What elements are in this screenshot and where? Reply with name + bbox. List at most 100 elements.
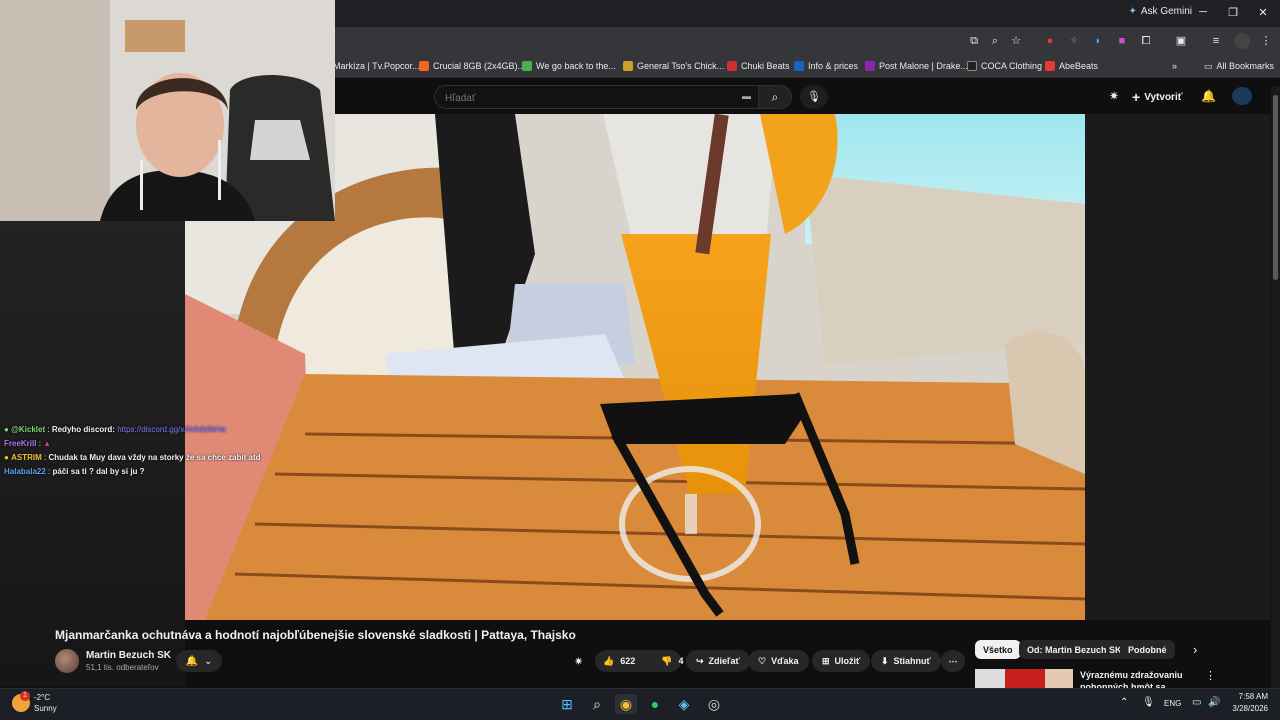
sidebar-icon[interactable]: ▣ (1173, 33, 1189, 49)
chat-badge-icon: ● (4, 425, 9, 434)
chat-emote-icon: ▲ (43, 439, 52, 448)
bookmark-favicon (623, 61, 633, 71)
bookmark-label: COCA Clothing (981, 61, 1043, 71)
chat-username: ASTRIM (11, 453, 42, 462)
clock-time[interactable]: 7:58 AM (1236, 692, 1268, 701)
bookmark-item[interactable]: Info & prices (794, 58, 858, 74)
steam-icon[interactable]: ◈ (673, 694, 695, 714)
bookmark-star-icon[interactable]: ☆ (1008, 33, 1024, 49)
weather-alert-badge: 1 (20, 691, 30, 701)
bookmark-label: Chuki Beats (741, 61, 790, 71)
search-input[interactable] (445, 90, 725, 106)
close-icon[interactable]: ✕ (1248, 6, 1278, 19)
all-bookmarks-button[interactable]: ▭ All Bookmarks (1204, 58, 1274, 74)
ask-gemini-button[interactable]: ✦ Ask Gemini (1128, 6, 1192, 17)
subscription-bell-button[interactable]: 🔔 ⌄ (176, 650, 222, 672)
bookmark-label: AbeBeats (1059, 61, 1099, 71)
bookmark-item[interactable]: Chuki Beats (727, 58, 790, 74)
chip-from-channel[interactable]: Od: Martin Bezuch SK (1019, 640, 1130, 659)
recommended-menu-icon[interactable]: ⋮ (1205, 669, 1216, 682)
bell-icon: 🔔 (185, 655, 199, 667)
create-label: Vytvoriť (1144, 91, 1183, 103)
cast-sparkle-icon[interactable]: ✷ (1109, 89, 1119, 103)
dislike-count: 4 (678, 656, 684, 666)
save-button[interactable]: ⊞ Uložiť (812, 650, 871, 672)
extension-red-icon[interactable]: ● (1042, 33, 1058, 49)
clock-date[interactable]: 3/28/2026 (1230, 704, 1268, 713)
bookmark-item[interactable]: AbeBeats (1045, 58, 1098, 74)
extension-grey-icon[interactable]: ✧ (1066, 33, 1082, 49)
search-box[interactable]: ▬ (434, 85, 760, 109)
chat-separator: : (47, 425, 50, 434)
like-button[interactable]: 👍 622 (595, 650, 643, 672)
bookmark-item[interactable]: Post Malone | Drake... (865, 58, 968, 74)
chat-username: Halabala22 (4, 467, 46, 476)
network-icon[interactable]: ▭ (1192, 697, 1201, 708)
bookmark-favicon (419, 61, 429, 71)
like-dislike-group: 👍 622 👎 4 (595, 650, 684, 672)
share-button[interactable]: ↪ Zdieľať (686, 650, 750, 672)
scrollbar-thumb[interactable] (1273, 95, 1278, 280)
extension-purple-icon[interactable]: ■ (1114, 33, 1130, 49)
weather-temperature[interactable]: -2°C (34, 693, 50, 702)
minimize-icon[interactable]: ─ (1188, 6, 1218, 18)
video-title: Mjanmarčanka ochutnáva a hodnotí najobľú… (55, 628, 576, 642)
bookmark-item[interactable]: Crucial 8GB (2x4GB)... (419, 58, 525, 74)
chat-username: FreeKrill (4, 439, 37, 448)
theater-side-panel (1085, 114, 1270, 620)
language-indicator[interactable]: ENG (1164, 699, 1181, 708)
app-icon[interactable]: ◎ (703, 694, 725, 714)
taskbar-search-icon[interactable]: ⌕ (586, 694, 608, 714)
extensions-puzzle-icon[interactable]: ⧠ (1138, 33, 1154, 49)
chat-message: ● @Kicklet : Redyho discord: https://dis… (4, 425, 226, 434)
bookmark-item[interactable]: General Tso's Chick... (623, 58, 724, 74)
bookmark-label: Markíza | Tv.Popcor... (333, 61, 420, 71)
share-label: Zdieľať (708, 656, 740, 666)
bookmark-item[interactable]: COCA Clothing (967, 58, 1042, 74)
bookmark-item[interactable]: We go back to the... (522, 58, 616, 74)
recommended-title[interactable]: Výraznému zdražovaniu pohonných hmôt sa … (1080, 669, 1200, 688)
windows-taskbar (0, 688, 1280, 720)
bookmark-label: Post Malone | Drake... (879, 61, 968, 71)
chip-related[interactable]: Podobné (1120, 640, 1175, 659)
account-avatar[interactable] (1232, 87, 1252, 105)
chip-all[interactable]: Všetko (975, 640, 1021, 659)
more-actions-button[interactable]: ⋯ (941, 650, 965, 672)
spotify-icon[interactable]: ● (644, 694, 666, 714)
chrome-icon[interactable]: ◉ (615, 694, 637, 714)
microphone-icon: 🎙 (807, 91, 821, 103)
like-count: 622 (620, 656, 636, 666)
windows-start-icon[interactable]: ⊞ (556, 694, 578, 714)
profile-avatar[interactable] (1234, 33, 1250, 49)
download-button[interactable]: ⬇ Stiahnuť (871, 650, 941, 672)
keyboard-icon[interactable]: ▬ (742, 91, 751, 101)
download-label: Stiahnuť (893, 656, 931, 666)
extension-wave-icon[interactable]: ◗ (1090, 33, 1106, 49)
search-button[interactable]: ⌕ (758, 85, 792, 109)
heart-dollar-icon: ♡ (758, 655, 767, 666)
menu-kebab-icon[interactable]: ⋮ (1258, 33, 1274, 49)
ai-sparkle-icon[interactable]: ✷ (574, 655, 583, 668)
weather-description[interactable]: Sunny (34, 704, 57, 713)
volume-icon[interactable]: 🔊 (1208, 697, 1220, 708)
tray-microphone-icon[interactable]: 🎙 (1142, 697, 1155, 708)
media-controls-icon[interactable]: ≡ (1208, 33, 1224, 49)
bookmarks-overflow-icon[interactable]: » (1172, 58, 1177, 74)
thanks-button[interactable]: ♡ Vďaka (748, 650, 809, 672)
chat-link[interactable]: https://discord.gg/xAh9dk8kHa (117, 425, 226, 434)
install-app-icon[interactable]: ⧉ (966, 33, 982, 49)
bookmark-favicon (522, 61, 532, 71)
save-bookmark-icon: ⊞ (822, 655, 830, 666)
restore-icon[interactable]: ❐ (1218, 6, 1248, 19)
zoom-icon[interactable]: ⌕ (987, 33, 1003, 49)
voice-search-button[interactable]: 🎙 (800, 85, 828, 109)
chips-next-chevron-icon[interactable]: › (1193, 642, 1197, 657)
chat-username: @Kicklet (11, 425, 46, 434)
channel-name[interactable]: Martin Bezuch SK (86, 650, 171, 661)
create-button[interactable]: + Vytvoriť (1132, 89, 1183, 105)
bookmark-item[interactable]: Markíza | Tv.Popcor... (333, 58, 420, 74)
bookmark-favicon (865, 61, 875, 71)
channel-avatar[interactable] (55, 649, 79, 673)
tray-overflow-chevron-icon[interactable]: ⌃ (1120, 697, 1128, 708)
notifications-bell-icon[interactable]: 🔔 (1201, 89, 1216, 103)
